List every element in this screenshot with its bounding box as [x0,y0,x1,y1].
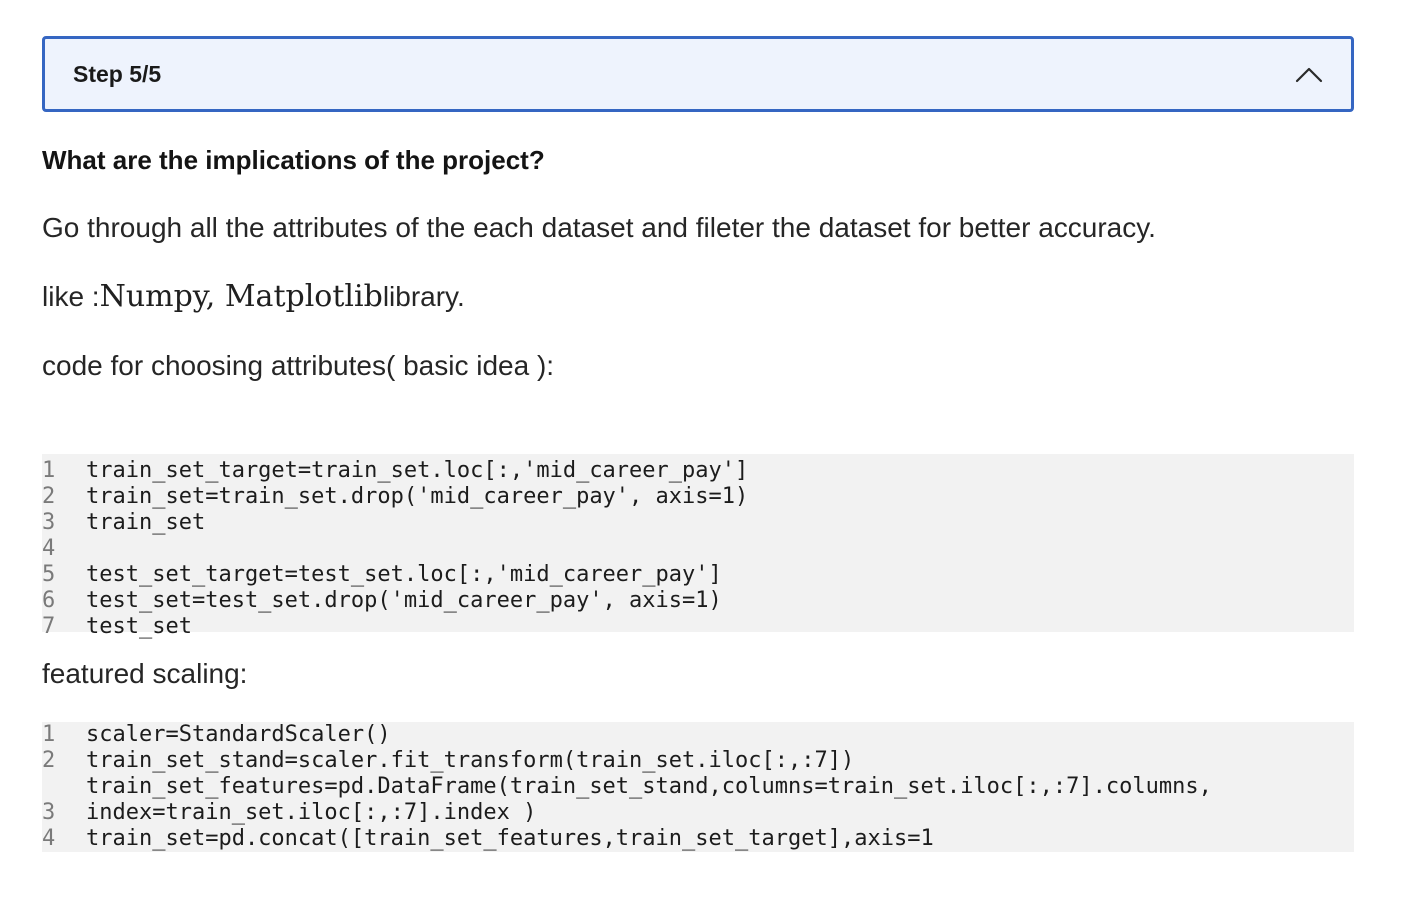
paragraph-code-intro: code for choosing attributes( basic idea… [42,350,555,381]
code-text: train_set_features=pd.DataFrame(train_se… [86,774,1212,799]
code-block-scaling[interactable]: 1 scaler=StandardScaler() 2 train_set_stan… [42,722,1354,852]
line-number: 2 [42,484,56,509]
code-text: index=train_set.iloc[:,:7].index ) [86,800,537,825]
code-text: test_set [86,614,192,639]
paragraph-feature-scaling: featured scaling: [42,658,248,689]
line-number: 1 [42,458,56,483]
line-number: 7 [42,614,56,639]
code-line: 4 train_set=pd.concat([train_set_features… [42,826,1354,852]
code-text: scaler=StandardScaler() [86,722,391,747]
code-text: train_set_stand=scaler.fit_transform(tra… [86,748,855,773]
code-line: 3 train_set [42,510,1354,536]
code-line: 2 train_set_stand=scaler.fit_transform(tr… [42,748,1354,774]
line-number: 1 [42,722,56,747]
code-line: 6 test_set=test_set.drop('mid_career_pay'… [42,588,1354,614]
chevron-up-icon[interactable] [1295,60,1323,88]
paragraph-libraries: like :Numpy, Matplotliblibrary. [42,279,1354,315]
code-text: train_set=pd.concat([train_set_features,… [86,826,934,851]
line-number [42,774,86,800]
step-accordion-header[interactable]: Step 5/5 [42,36,1354,112]
code-block-attributes[interactable]: 1 train_set_target=train_set.loc[:,'mid_c… [42,454,1354,639]
code-text: train_set [86,510,206,535]
code-line: 5 test_set_target=test_set.loc[:,'mid_car… [42,562,1354,588]
code-line: 1 scaler=StandardScaler() [42,722,1354,748]
code-line: 7 test_set [42,614,1354,640]
code-text: test_set_target=test_set.loc[:,'mid_care… [86,562,722,587]
line-number: 3 [42,800,56,825]
libraries-suffix: library. [382,281,465,312]
line-number: 6 [42,588,56,613]
line-number: 4 [42,826,56,851]
code-line: 2 train_set=train_set.drop('mid_career_pa… [42,484,1354,510]
code-line: train_set_features=pd.DataFrame(train_se… [42,774,1354,800]
section-question: What are the implications of the project… [42,145,545,175]
step-panel: Step 5/5 What are the implications of th… [42,36,1354,852]
line-number: 3 [42,510,56,535]
code-line: 3 index=train_set.iloc[:,:7].index ) [42,800,1354,826]
code-line: 4 [42,536,1354,562]
code-text: train_set_target=train_set.loc[:,'mid_ca… [86,458,749,483]
step-title: Step 5/5 [73,60,162,87]
code-line: 1 train_set_target=train_set.loc[:,'mid_c… [42,458,1354,484]
libraries-prefix: like : [42,281,100,312]
line-number: 5 [42,562,56,587]
paragraph-description: Go through all the attributes of the eac… [42,212,1156,243]
libraries-math: Numpy, Matplotlib [99,279,383,314]
code-text: test_set=test_set.drop('mid_career_pay',… [86,588,722,613]
line-number: 2 [42,748,56,773]
code-text: train_set=train_set.drop('mid_career_pay… [86,484,749,509]
line-number: 4 [42,536,56,561]
